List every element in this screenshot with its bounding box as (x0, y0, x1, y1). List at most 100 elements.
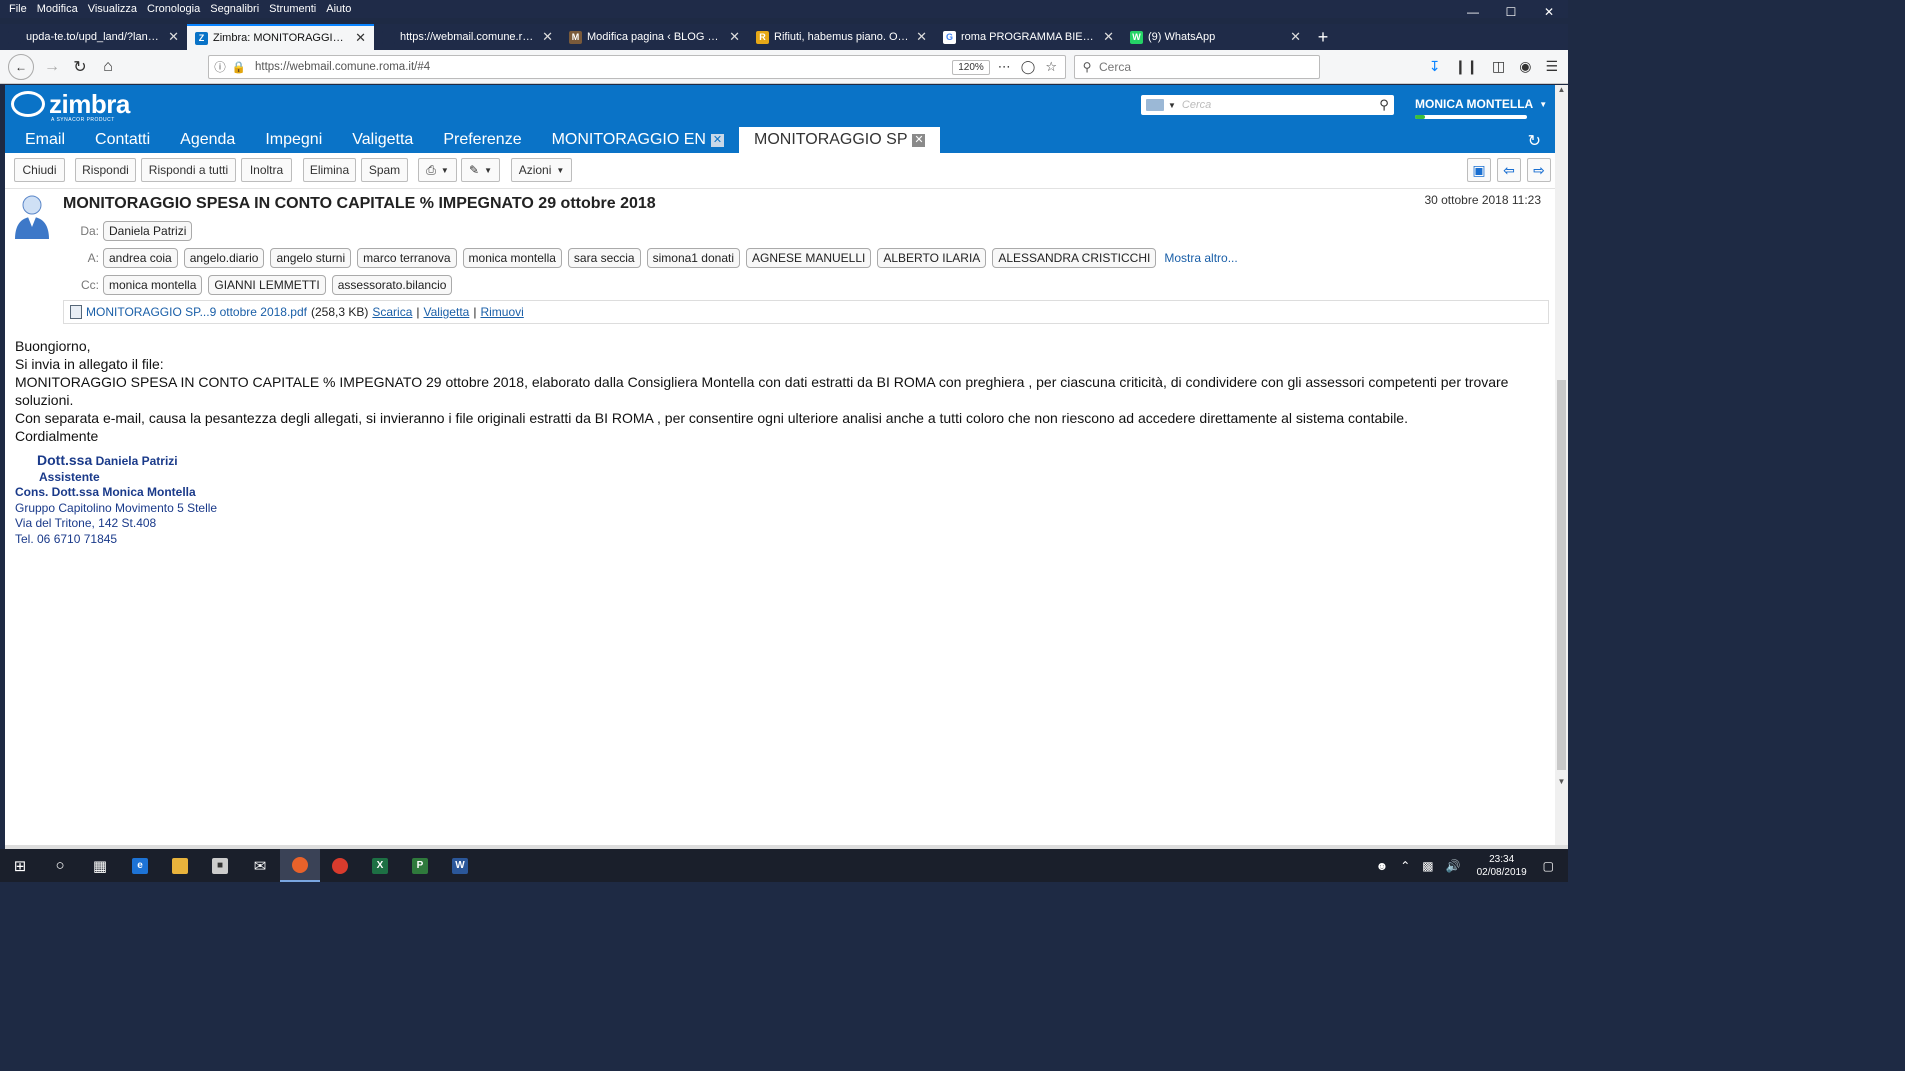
recipient-chip[interactable]: andrea coia (103, 248, 178, 268)
chrome-icon[interactable] (320, 849, 360, 882)
people-icon[interactable]: ☻ (1376, 859, 1389, 873)
edge-icon[interactable]: e (120, 849, 160, 882)
show-more-link[interactable]: Mostra altro... (1164, 251, 1237, 265)
tag-button[interactable]: ✎ ▼ (461, 158, 500, 182)
reload-button[interactable]: ↻ (66, 53, 94, 81)
maximize-icon[interactable]: ☐ (1492, 0, 1530, 24)
mail-icon[interactable]: ✉ (240, 849, 280, 882)
close-tab-icon[interactable]: ✕ (1103, 29, 1114, 45)
minimize-icon[interactable]: — (1454, 0, 1492, 24)
open-in-window-icon[interactable]: ▣ (1467, 158, 1491, 182)
task-view-icon[interactable]: ▦ (80, 849, 120, 882)
recipient-chip[interactable]: marco terranova (357, 248, 457, 268)
forward-button[interactable]: → (38, 53, 66, 81)
remove-link[interactable]: Rimuovi (480, 305, 523, 319)
close-tab-icon[interactable]: ✕ (355, 30, 366, 46)
zimbra-search[interactable]: ▼ Cerca ⚲ (1141, 95, 1394, 115)
recipient-chip[interactable]: angelo.diario (183, 248, 265, 268)
tab-impegni[interactable]: Impegni (250, 127, 337, 153)
recipient-chip[interactable]: monica montella (462, 248, 562, 268)
spam-button[interactable]: Spam (361, 158, 408, 182)
account-icon[interactable]: ◉ (1519, 58, 1531, 75)
close-tab-icon[interactable]: ✕ (168, 29, 179, 45)
notifications-icon[interactable]: ▢ (1543, 859, 1554, 873)
clock[interactable]: 23:34 02/08/2019 (1477, 853, 1527, 879)
delete-button[interactable]: Elimina (303, 158, 356, 182)
close-window-icon[interactable]: ✕ (1530, 0, 1568, 24)
actions-button[interactable]: Azioni ▼ (511, 158, 572, 182)
tab-monitoraggio-en[interactable]: MONITORAGGIO EN ✕ (537, 127, 739, 153)
download-icon[interactable]: ↧ (1429, 58, 1441, 75)
tab-preferenze[interactable]: Preferenze (428, 127, 536, 153)
close-tab-icon[interactable]: ✕ (916, 29, 927, 45)
user-menu[interactable]: MONICA MONTELLA ▼ (1415, 97, 1547, 111)
zimbra-search-input[interactable]: Cerca (1182, 99, 1374, 111)
recipient-chip[interactable]: ALBERTO ILARIA (877, 248, 987, 268)
home-button[interactable]: ⌂ (94, 53, 122, 81)
scroll-down-icon[interactable]: ▼ (1555, 777, 1568, 786)
recipient-chip[interactable]: simona1 donati (646, 248, 740, 268)
network-icon[interactable]: ▩ (1422, 859, 1433, 873)
menu-item-file[interactable]: File (0, 3, 32, 15)
zoom-level[interactable]: 120% (952, 59, 990, 75)
cc-chip[interactable]: monica montella (103, 275, 203, 295)
project-icon[interactable]: P (400, 849, 440, 882)
close-tab-icon[interactable]: ✕ (729, 29, 740, 45)
browser-tab[interactable]: https://webmail.comune.roma.it/s ✕ (374, 24, 561, 50)
back-button[interactable]: ← (8, 53, 34, 80)
volume-icon[interactable]: 🔊 (1446, 859, 1461, 873)
download-link[interactable]: Scarica (372, 305, 412, 319)
chevron-down-icon[interactable]: ▼ (1168, 101, 1176, 110)
browser-tab[interactable]: upda-te.to/upd_land/?lang=it&sho ✕ (0, 24, 187, 50)
next-message-icon[interactable]: ⇨ (1527, 158, 1551, 182)
menu-item-strumenti[interactable]: Strumenti (264, 3, 321, 15)
vertical-scrollbar[interactable]: ▲ ▼ (1555, 85, 1568, 845)
recipient-chip[interactable]: ALESSANDRA CRISTICCHI (992, 248, 1157, 268)
tab-monitoraggio-sp[interactable]: MONITORAGGIO SP ✕ (738, 127, 941, 153)
recipient-chip[interactable]: sara seccia (567, 248, 641, 268)
reply-button[interactable]: Rispondi (75, 158, 136, 182)
previous-message-icon[interactable]: ⇦ (1497, 158, 1521, 182)
forward-button[interactable]: Inoltra (241, 158, 292, 182)
menu-item-cronologia[interactable]: Cronologia (142, 3, 205, 15)
file-explorer-icon[interactable] (160, 849, 200, 882)
zimbra-logo[interactable]: zimbra A SYNACOR PRODUCT (11, 91, 130, 123)
close-tab-icon[interactable]: ✕ (912, 133, 926, 147)
windows-start-icon[interactable]: ⊞ (0, 849, 40, 882)
excel-icon[interactable]: X (360, 849, 400, 882)
reply-all-button[interactable]: Rispondi a tutti (141, 158, 236, 182)
menu-item-aiuto[interactable]: Aiuto (321, 3, 356, 15)
menu-item-modifica[interactable]: Modifica (32, 3, 83, 15)
scroll-up-icon[interactable]: ▲ (1555, 85, 1568, 94)
browser-tab[interactable]: Groma PROGRAMMA BIENNALE ✕ (935, 24, 1122, 50)
recipient-chip[interactable]: AGNESE MANUELLI (746, 248, 872, 268)
recipient-chip[interactable]: angelo sturni (270, 248, 352, 268)
hamburger-menu-icon[interactable]: ☰ (1545, 58, 1558, 75)
info-icon[interactable]: ⓘ (209, 59, 231, 75)
chevron-up-icon[interactable]: ⌃ (1400, 859, 1410, 873)
browser-tab[interactable]: R Rifiuti, habemus piano. Ok dal ✕ (748, 24, 935, 50)
search-icon[interactable]: ⚲ (1374, 97, 1394, 113)
lock-icon[interactable]: 🔒 (231, 60, 247, 74)
print-button[interactable]: ⎙ ▼ (418, 158, 457, 182)
tab-valigetta[interactable]: Valigetta (337, 127, 428, 153)
url-text[interactable]: https://webmail.comune.roma.it/#4 (247, 61, 952, 73)
store-icon[interactable]: ■ (200, 849, 240, 882)
briefcase-link[interactable]: Valigetta (424, 305, 470, 319)
browser-tab[interactable]: M Modifica pagina ‹ BLOG di Mo ✕ (561, 24, 748, 50)
menu-item-segnalibri[interactable]: Segnalibri (205, 3, 264, 15)
page-actions-icon[interactable]: ⋯ (998, 59, 1011, 75)
word-icon[interactable]: W (440, 849, 480, 882)
library-icon[interactable]: ❙❙ (1455, 58, 1478, 75)
tab-agenda[interactable]: Agenda (165, 127, 250, 153)
envelope-icon[interactable] (1146, 99, 1164, 111)
cc-chip[interactable]: assessorato.bilancio (331, 275, 453, 295)
pocket-icon[interactable]: ◯ (1021, 59, 1036, 75)
url-bar[interactable]: ⓘ 🔒 https://webmail.comune.roma.it/#4 12… (208, 55, 1066, 79)
firefox-icon[interactable] (280, 849, 320, 882)
cc-chip[interactable]: GIANNI LEMMETTI (208, 275, 326, 295)
sender-chip[interactable]: Daniela Patrizi (103, 221, 193, 241)
new-tab-icon[interactable]: + (1309, 24, 1337, 50)
refresh-icon[interactable]: ↻ (1528, 131, 1541, 151)
tab-email[interactable]: Email (5, 127, 80, 153)
